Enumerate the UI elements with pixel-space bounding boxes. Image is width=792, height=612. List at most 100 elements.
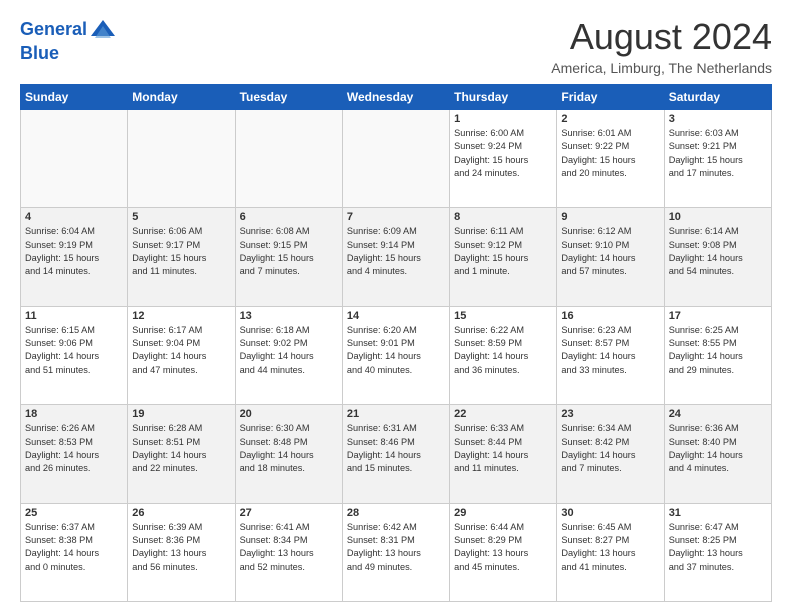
day-number: 18 [25, 408, 123, 420]
calendar-cell [128, 110, 235, 208]
day-number: 6 [240, 211, 338, 223]
calendar-cell: 25Sunrise: 6:37 AM Sunset: 8:38 PM Dayli… [21, 503, 128, 601]
day-number: 29 [454, 507, 552, 519]
day-info: Sunrise: 6:06 AM Sunset: 9:17 PM Dayligh… [132, 225, 230, 278]
calendar-cell: 23Sunrise: 6:34 AM Sunset: 8:42 PM Dayli… [557, 405, 664, 503]
day-number: 26 [132, 507, 230, 519]
calendar-cell: 18 Sunrise: 6:26 AM Sunset: 8:53 PM Dayli… [21, 405, 128, 503]
calendar-cell: 26 Sunrise: 6:39 AM Sunset: 8:36 PM Dayli… [128, 503, 235, 601]
calendar-row: 18 Sunrise: 6:26 AM Sunset: 8:53 PM Dayli… [21, 405, 772, 503]
day-info: Sunrise: 6:00 AM Sunset: 9:24 PM Dayligh… [454, 127, 552, 180]
day-info: Sunrise: 6:17 AM Sunset: 9:04 PM Dayligh… [132, 324, 230, 377]
calendar-table: SundayMondayTuesdayWednesdayThursdayFrid… [20, 84, 772, 602]
day-info: Sunrise: 6:18 AM Sunset: 9:02 PM Dayligh… [240, 324, 338, 377]
day-number: 2 [561, 113, 659, 125]
day-number: 30 [561, 507, 659, 519]
day-info: Sunrise: 6:25 AM Sunset: 8:55 PM Dayligh… [669, 324, 767, 377]
day-info: Sunrise: 6:45 AM Sunset: 8:27 PM Dayligh… [561, 521, 659, 574]
calendar-cell: 30 Sunrise: 6:45 AM Sunset: 8:27 PM Dayli… [557, 503, 664, 601]
day-info: Sunrise: 6:23 AM Sunset: 8:57 PM Dayligh… [561, 324, 659, 377]
day-number: 21 [347, 408, 445, 420]
day-number: 1 [454, 113, 552, 125]
day-number: 5 [132, 211, 230, 223]
day-number: 14 [347, 310, 445, 322]
logo-icon [89, 16, 117, 44]
day-info: Sunrise: 6:42 AM Sunset: 8:31 PM Dayligh… [347, 521, 445, 574]
day-header-friday: Friday [557, 85, 664, 110]
day-info: Sunrise: 6:09 AM Sunset: 9:14 PM Dayligh… [347, 225, 445, 278]
page: General Blue August 2024 America, Limbur… [0, 0, 792, 612]
day-info: Sunrise: 6:15 AM Sunset: 9:06 PM Dayligh… [25, 324, 123, 377]
day-header-tuesday: Tuesday [235, 85, 342, 110]
day-number: 3 [669, 113, 767, 125]
day-info: Sunrise: 6:31 AM Sunset: 8:46 PM Dayligh… [347, 422, 445, 475]
day-info: Sunrise: 6:36 AM Sunset: 8:40 PM Dayligh… [669, 422, 767, 475]
day-number: 13 [240, 310, 338, 322]
day-number: 15 [454, 310, 552, 322]
day-info: Sunrise: 6:14 AM Sunset: 9:08 PM Dayligh… [669, 225, 767, 278]
calendar-cell: 17 Sunrise: 6:25 AM Sunset: 8:55 PM Dayli… [664, 306, 771, 404]
day-header-wednesday: Wednesday [342, 85, 449, 110]
day-info: Sunrise: 6:01 AM Sunset: 9:22 PM Dayligh… [561, 127, 659, 180]
logo-blue-text: Blue [20, 44, 117, 64]
calendar-cell: 14 Sunrise: 6:20 AM Sunset: 9:01 PM Dayli… [342, 306, 449, 404]
logo: General Blue [20, 16, 117, 64]
calendar-cell: 10 Sunrise: 6:14 AM Sunset: 9:08 PM Dayli… [664, 208, 771, 306]
day-number: 22 [454, 408, 552, 420]
day-info: Sunrise: 6:37 AM Sunset: 8:38 PM Dayligh… [25, 521, 123, 574]
day-number: 16 [561, 310, 659, 322]
day-info: Sunrise: 6:26 AM Sunset: 8:53 PM Dayligh… [25, 422, 123, 475]
day-number: 8 [454, 211, 552, 223]
logo-text: General [20, 20, 87, 40]
calendar-cell: 27 Sunrise: 6:41 AM Sunset: 8:34 PM Dayli… [235, 503, 342, 601]
calendar-cell [21, 110, 128, 208]
calendar-cell: 22Sunrise: 6:33 AM Sunset: 8:44 PM Dayli… [450, 405, 557, 503]
calendar-cell: 31Sunrise: 6:47 AM Sunset: 8:25 PM Dayli… [664, 503, 771, 601]
calendar-cell: 5 Sunrise: 6:06 AM Sunset: 9:17 PM Daylig… [128, 208, 235, 306]
day-header-sunday: Sunday [21, 85, 128, 110]
location: America, Limburg, The Netherlands [551, 60, 772, 76]
day-number: 9 [561, 211, 659, 223]
calendar-cell: 28 Sunrise: 6:42 AM Sunset: 8:31 PM Dayli… [342, 503, 449, 601]
calendar-cell: 21 Sunrise: 6:31 AM Sunset: 8:46 PM Dayli… [342, 405, 449, 503]
day-number: 31 [669, 507, 767, 519]
day-number: 4 [25, 211, 123, 223]
calendar-cell: 19Sunrise: 6:28 AM Sunset: 8:51 PM Dayli… [128, 405, 235, 503]
calendar-cell: 8 Sunrise: 6:11 AM Sunset: 9:12 PM Daylig… [450, 208, 557, 306]
month-year: August 2024 [551, 16, 772, 58]
day-number: 27 [240, 507, 338, 519]
day-info: Sunrise: 6:12 AM Sunset: 9:10 PM Dayligh… [561, 225, 659, 278]
day-number: 17 [669, 310, 767, 322]
day-number: 20 [240, 408, 338, 420]
day-info: Sunrise: 6:30 AM Sunset: 8:48 PM Dayligh… [240, 422, 338, 475]
day-number: 12 [132, 310, 230, 322]
calendar-cell [235, 110, 342, 208]
calendar-row: 25Sunrise: 6:37 AM Sunset: 8:38 PM Dayli… [21, 503, 772, 601]
title-block: August 2024 America, Limburg, The Nether… [551, 16, 772, 76]
day-header-thursday: Thursday [450, 85, 557, 110]
calendar-cell: 3 Sunrise: 6:03 AM Sunset: 9:21 PM Daylig… [664, 110, 771, 208]
calendar-cell: 13 Sunrise: 6:18 AM Sunset: 9:02 PM Dayli… [235, 306, 342, 404]
day-number: 10 [669, 211, 767, 223]
header: General Blue August 2024 America, Limbur… [20, 16, 772, 76]
calendar-cell: 15Sunrise: 6:22 AM Sunset: 8:59 PM Dayli… [450, 306, 557, 404]
day-info: Sunrise: 6:28 AM Sunset: 8:51 PM Dayligh… [132, 422, 230, 475]
day-info: Sunrise: 6:39 AM Sunset: 8:36 PM Dayligh… [132, 521, 230, 574]
day-info: Sunrise: 6:20 AM Sunset: 9:01 PM Dayligh… [347, 324, 445, 377]
calendar-row: 4 Sunrise: 6:04 AM Sunset: 9:19 PM Daylig… [21, 208, 772, 306]
day-info: Sunrise: 6:04 AM Sunset: 9:19 PM Dayligh… [25, 225, 123, 278]
calendar-cell [342, 110, 449, 208]
day-info: Sunrise: 6:11 AM Sunset: 9:12 PM Dayligh… [454, 225, 552, 278]
day-info: Sunrise: 6:41 AM Sunset: 8:34 PM Dayligh… [240, 521, 338, 574]
day-number: 28 [347, 507, 445, 519]
day-number: 23 [561, 408, 659, 420]
day-number: 24 [669, 408, 767, 420]
day-info: Sunrise: 6:03 AM Sunset: 9:21 PM Dayligh… [669, 127, 767, 180]
calendar-cell: 1 Sunrise: 6:00 AM Sunset: 9:24 PM Daylig… [450, 110, 557, 208]
day-info: Sunrise: 6:08 AM Sunset: 9:15 PM Dayligh… [240, 225, 338, 278]
calendar-cell: 9 Sunrise: 6:12 AM Sunset: 9:10 PM Daylig… [557, 208, 664, 306]
calendar-cell: 7Sunrise: 6:09 AM Sunset: 9:14 PM Daylig… [342, 208, 449, 306]
calendar-cell: 20 Sunrise: 6:30 AM Sunset: 8:48 PM Dayli… [235, 405, 342, 503]
calendar-cell: 24 Sunrise: 6:36 AM Sunset: 8:40 PM Dayli… [664, 405, 771, 503]
day-info: Sunrise: 6:44 AM Sunset: 8:29 PM Dayligh… [454, 521, 552, 574]
